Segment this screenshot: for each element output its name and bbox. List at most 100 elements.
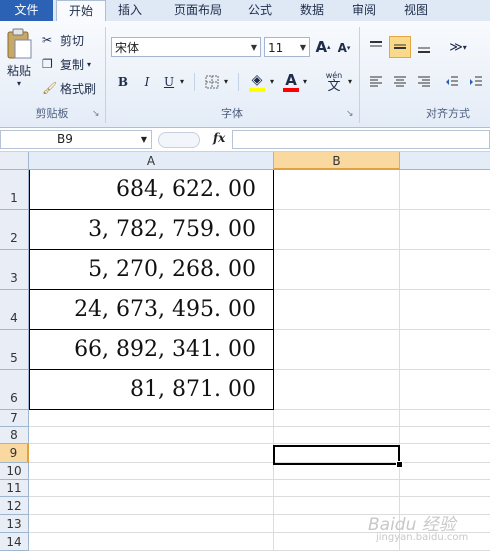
phonetic-dropdown-icon[interactable]: ▾ bbox=[348, 77, 352, 86]
bold-button[interactable]: B bbox=[114, 72, 132, 92]
row-header-12[interactable]: 12 bbox=[0, 497, 29, 515]
row-header-9[interactable]: 9 bbox=[0, 444, 29, 463]
increase-indent-button[interactable] bbox=[466, 72, 486, 92]
column-header-c[interactable] bbox=[400, 152, 490, 170]
cell-c3[interactable] bbox=[400, 250, 490, 290]
paste-dropdown-icon[interactable]: ▾ bbox=[17, 79, 21, 88]
cell-a11[interactable] bbox=[29, 480, 274, 497]
cell-b6[interactable] bbox=[274, 370, 400, 410]
align-right-button[interactable] bbox=[414, 72, 434, 92]
copy-button[interactable]: ❐ 复制 ▾ bbox=[42, 54, 91, 74]
align-bottom-button[interactable] bbox=[414, 37, 434, 57]
cell-a13[interactable] bbox=[29, 515, 274, 533]
cell-a4[interactable]: 24, 673, 495. 00 bbox=[29, 290, 274, 330]
italic-button[interactable]: I bbox=[138, 72, 156, 92]
row-header-13[interactable]: 13 bbox=[0, 515, 29, 533]
cell-c10[interactable] bbox=[400, 463, 490, 480]
tab-page-layout[interactable]: 页面布局 bbox=[160, 0, 236, 21]
fill-color-button[interactable]: ◈ bbox=[246, 70, 268, 94]
cell-a14[interactable] bbox=[29, 533, 274, 551]
align-top-button[interactable] bbox=[366, 37, 386, 57]
tab-data[interactable]: 数据 bbox=[292, 0, 332, 21]
active-cell-selection[interactable] bbox=[273, 445, 400, 465]
insert-function-button[interactable]: fx bbox=[213, 131, 225, 145]
copy-dropdown-icon[interactable]: ▾ bbox=[87, 60, 91, 69]
paste-button[interactable]: 粘贴 ▾ bbox=[4, 27, 34, 89]
cut-button[interactable]: ✂ 剪切 bbox=[42, 30, 84, 50]
phonetic-button[interactable]: wén 文 bbox=[322, 68, 346, 96]
cell-c7[interactable] bbox=[400, 410, 490, 427]
underline-button[interactable]: U bbox=[160, 72, 178, 92]
cell-a1[interactable]: 684, 622. 00 bbox=[29, 170, 274, 210]
tab-view[interactable]: 视图 bbox=[396, 0, 436, 21]
cell-c2[interactable] bbox=[400, 210, 490, 250]
row-header-10[interactable]: 10 bbox=[0, 463, 29, 480]
cell-b5[interactable] bbox=[274, 330, 400, 370]
orientation-button[interactable]: ≫ ▾ bbox=[446, 37, 470, 57]
align-middle-button[interactable] bbox=[389, 36, 411, 58]
cell-b10[interactable] bbox=[274, 463, 400, 480]
formula-bar-splitter[interactable] bbox=[158, 132, 200, 148]
align-left-button[interactable] bbox=[366, 72, 386, 92]
cell-c6[interactable] bbox=[400, 370, 490, 410]
cell-c5[interactable] bbox=[400, 330, 490, 370]
row-header-14[interactable]: 14 bbox=[0, 533, 29, 551]
row-header-5[interactable]: 5 bbox=[0, 330, 29, 370]
cell-b4[interactable] bbox=[274, 290, 400, 330]
format-painter-button[interactable]: 🖌 格式刷 bbox=[42, 78, 96, 98]
select-all-corner[interactable] bbox=[0, 152, 29, 170]
cell-b3[interactable] bbox=[274, 250, 400, 290]
underline-dropdown-icon[interactable]: ▾ bbox=[180, 77, 184, 86]
tab-formulas[interactable]: 公式 bbox=[240, 0, 280, 21]
row-header-4[interactable]: 4 bbox=[0, 290, 29, 330]
grow-font-button[interactable]: A ▴ bbox=[314, 37, 332, 57]
cell-a10[interactable] bbox=[29, 463, 274, 480]
cell-b11[interactable] bbox=[274, 480, 400, 497]
cell-a6[interactable]: 81, 871. 00 bbox=[29, 370, 274, 410]
tab-home[interactable]: 开始 bbox=[56, 0, 106, 23]
cell-c9[interactable] bbox=[400, 444, 490, 463]
row-header-11[interactable]: 11 bbox=[0, 480, 29, 497]
font-color-dropdown-icon[interactable]: ▾ bbox=[303, 77, 307, 86]
dialog-launcher-icon[interactable]: ↘ bbox=[92, 109, 100, 119]
cell-c1[interactable] bbox=[400, 170, 490, 210]
row-header-7[interactable]: 7 bbox=[0, 410, 29, 427]
cell-b1[interactable] bbox=[274, 170, 400, 210]
cell-c4[interactable] bbox=[400, 290, 490, 330]
cell-a8[interactable] bbox=[29, 427, 274, 444]
formula-input[interactable] bbox=[232, 130, 490, 149]
tab-review[interactable]: 审阅 bbox=[344, 0, 384, 21]
cell-c8[interactable] bbox=[400, 427, 490, 444]
row-header-2[interactable]: 2 bbox=[0, 210, 29, 250]
cell-a3[interactable]: 5, 270, 268. 00 bbox=[29, 250, 274, 290]
borders-button[interactable] bbox=[203, 72, 221, 92]
align-center-button[interactable] bbox=[390, 72, 410, 92]
decrease-indent-button[interactable] bbox=[442, 72, 462, 92]
column-header-b[interactable]: B bbox=[274, 152, 400, 170]
cell-a5[interactable]: 66, 892, 341. 00 bbox=[29, 330, 274, 370]
cell-a12[interactable] bbox=[29, 497, 274, 515]
chevron-down-icon[interactable]: ▼ bbox=[251, 38, 257, 58]
name-box[interactable]: B9 ▼ bbox=[0, 130, 152, 149]
row-header-1[interactable]: 1 bbox=[0, 170, 29, 210]
borders-dropdown-icon[interactable]: ▾ bbox=[224, 77, 228, 86]
tab-file[interactable]: 文件 bbox=[0, 0, 53, 21]
fill-handle[interactable] bbox=[396, 461, 403, 468]
cell-a7[interactable] bbox=[29, 410, 274, 427]
cell-b7[interactable] bbox=[274, 410, 400, 427]
cell-a2[interactable]: 3, 782, 759. 00 bbox=[29, 210, 274, 250]
row-header-6[interactable]: 6 bbox=[0, 370, 29, 410]
column-header-a[interactable]: A bbox=[29, 152, 274, 170]
fill-dropdown-icon[interactable]: ▾ bbox=[270, 77, 274, 86]
font-size-combo[interactable]: 11 ▼ bbox=[264, 37, 310, 57]
font-color-button[interactable]: A bbox=[281, 70, 301, 94]
cell-c11[interactable] bbox=[400, 480, 490, 497]
orientation-dropdown-icon[interactable]: ▾ bbox=[463, 43, 467, 52]
row-header-3[interactable]: 3 bbox=[0, 250, 29, 290]
dialog-launcher-icon[interactable]: ↘ bbox=[346, 109, 354, 119]
cell-b2[interactable] bbox=[274, 210, 400, 250]
font-name-combo[interactable]: 宋体 ▼ bbox=[111, 37, 261, 57]
chevron-down-icon[interactable]: ▼ bbox=[141, 131, 147, 148]
shrink-font-button[interactable]: A ▾ bbox=[336, 39, 352, 57]
cell-b8[interactable] bbox=[274, 427, 400, 444]
